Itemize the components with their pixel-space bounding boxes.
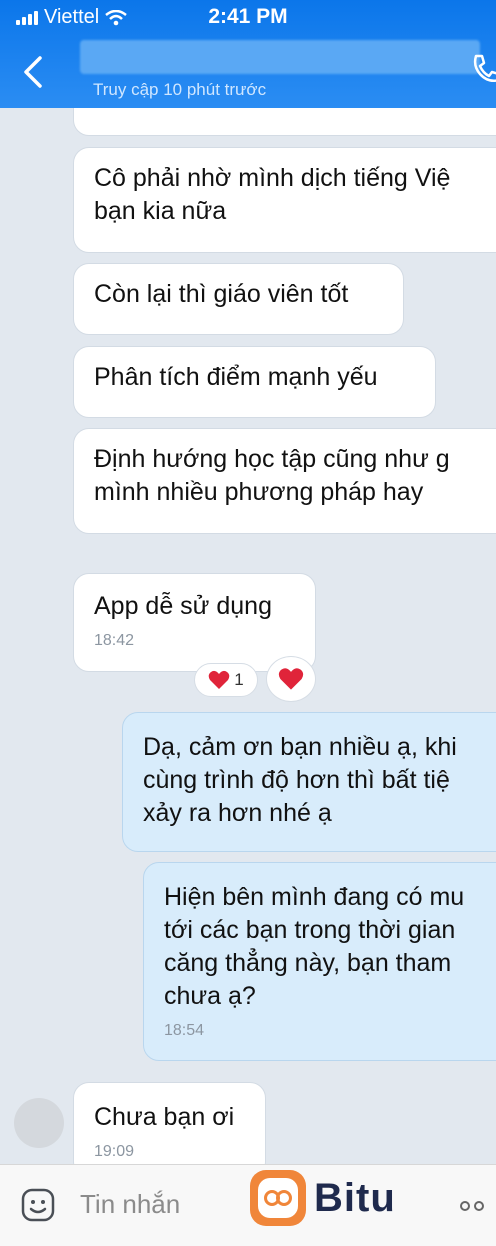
status-time: 2:41 PM: [208, 5, 288, 28]
message-text: bạn kia nữa: [94, 197, 227, 225]
message-text: Phân tích điểm mạnh yếu: [94, 363, 378, 391]
chat-screen: Viettel 2:41 PM Truy cập 10 phút trước C…: [0, 0, 496, 1246]
message-text: chưa ạ?: [164, 982, 256, 1010]
message-text: xảy ra hơn nhé ạ: [143, 799, 332, 827]
message-bubble-outgoing: Dạ, cảm ơn bạn nhiều ạ, khi cùng trình đ…: [122, 712, 496, 852]
message-time: 18:42: [94, 632, 135, 649]
last-seen-status: Truy cập 10 phút trước: [93, 80, 267, 99]
sticker-icon[interactable]: [20, 1187, 56, 1223]
brand-watermark: Bitu: [250, 1170, 396, 1226]
message-text: tới các bạn trong thời gian: [164, 916, 456, 944]
message-text: căng thẳng này, bạn tham: [164, 949, 452, 977]
message-text: App dễ sử dụng: [94, 592, 272, 620]
message-bubble: Định hướng học tập cũng như g mình nhiều…: [73, 428, 496, 534]
message-text: mình nhiều phương pháp hay: [94, 478, 424, 506]
back-icon[interactable]: [18, 52, 48, 92]
message-text: Hiện bên mình đang có mu: [164, 883, 465, 911]
brand-logo-icon: [250, 1170, 306, 1226]
message-text: Dạ, cảm ơn bạn nhiều ạ, khi: [143, 733, 457, 761]
message-bubble: Phân tích điểm mạnh yếu: [73, 346, 436, 418]
message-text: Cô phải nhờ mình dịch tiếng Việ: [94, 164, 451, 192]
more-options-icon[interactable]: [460, 1201, 484, 1211]
message-input-bar: Tin nhắn: [0, 1164, 496, 1246]
reaction-count: 1: [234, 670, 244, 689]
phone-icon[interactable]: [470, 52, 496, 84]
heart-icon: [208, 670, 230, 689]
message-bubble: Cô phải nhờ mình dịch tiếng Việ bạn kia …: [73, 147, 496, 253]
message-text: Chưa bạn ơi: [94, 1103, 235, 1131]
message-bubble: Còn lại thì giáo viên tốt: [73, 263, 404, 335]
message-time: 18:54: [164, 1022, 205, 1039]
brand-name: Bitu: [314, 1175, 396, 1220]
heart-icon: [278, 668, 304, 690]
reaction-summary[interactable]: 1: [194, 663, 258, 697]
message-text: cùng trình độ hơn thì bất tiệ: [143, 766, 450, 794]
message-time: 19:09: [94, 1143, 135, 1160]
react-button[interactable]: [266, 656, 316, 702]
message-text: Định hướng học tập cũng như g: [94, 445, 450, 473]
chat-header: Viettel 2:41 PM Truy cập 10 phút trước: [0, 0, 496, 108]
message-input[interactable]: Tin nhắn: [80, 1189, 180, 1220]
avatar[interactable]: [14, 1098, 64, 1148]
contact-name-redacted: [80, 40, 480, 74]
message-bubble-outgoing: Hiện bên mình đang có mu tới các bạn tro…: [143, 862, 496, 1061]
message-text: Còn lại thì giáo viên tốt: [94, 280, 349, 308]
